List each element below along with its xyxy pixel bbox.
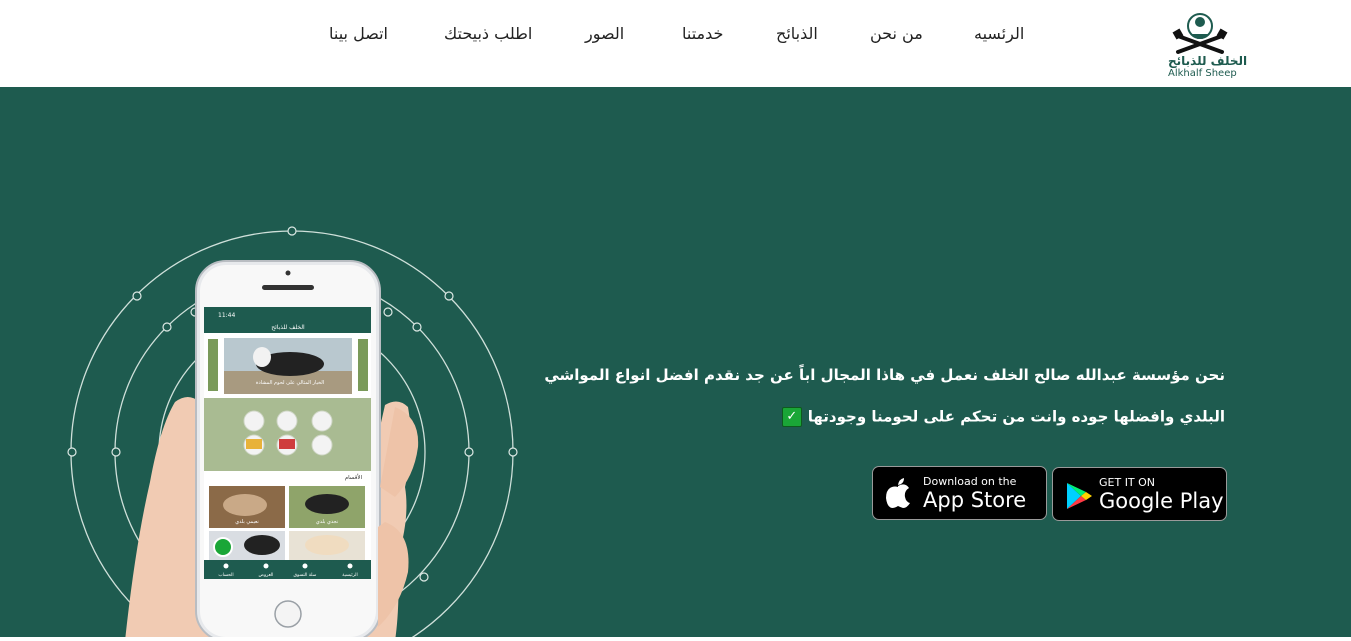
app-store-small-text: Download on the xyxy=(923,475,1017,488)
check-icon: ✓ xyxy=(781,407,802,427)
phone-illustration: 11:44 الخلف للذبائح الخيار المثالي على ل… xyxy=(67,226,518,641)
app-title: الخلف للذبائح xyxy=(271,324,305,331)
hero-section: 11:44 الخلف للذبائح الخيار المثالي على ل… xyxy=(0,87,1351,641)
phone-home-button xyxy=(274,600,302,628)
bottom-nav-home[interactable]: الرئيسية xyxy=(342,573,358,578)
sheep-logo-icon xyxy=(1172,13,1228,54)
nav-contact[interactable]: اتصل بينا xyxy=(329,24,388,43)
site-header: الرئسيه من نحن الذبائح خدمتنا الصور اطلب… xyxy=(0,0,1351,87)
nav-services[interactable]: خدمتنا xyxy=(682,24,723,43)
google-play-icon xyxy=(1067,483,1092,509)
bottom-nav-account[interactable]: الحساب xyxy=(218,573,233,578)
hero-text-line2: البلدي وافضلها جوده وانت من تحكم على لحو… xyxy=(781,407,1225,427)
google-play-small-text: GET IT ON xyxy=(1099,476,1156,489)
status-time: 11:44 xyxy=(218,312,235,319)
bottom-nav-cart[interactable]: سلة التسوق xyxy=(294,573,317,578)
hero-text-line2-content: البلدي وافضلها جوده وانت من تحكم على لحو… xyxy=(807,407,1225,426)
site-logo[interactable]: الخلف للذبائح Alkhalf Sheep xyxy=(1160,8,1247,82)
app-store-button[interactable]: Download on the App Store xyxy=(872,466,1047,520)
nav-sheep[interactable]: الذبائح xyxy=(776,24,818,43)
nav-gallery[interactable]: الصور xyxy=(585,24,624,43)
app-store-big-text: App Store xyxy=(923,488,1027,512)
google-play-big-text: Google Play xyxy=(1099,489,1224,513)
bottom-edge xyxy=(0,637,1351,641)
banner-caption: الخيار المثالي على لحوم المشادة xyxy=(256,380,324,386)
whatsapp-icon[interactable] xyxy=(213,537,233,557)
icons-area xyxy=(204,398,371,471)
hero-text-line1: نحن مؤسسة عبدالله صالح الخلف نعمل في هاذ… xyxy=(544,366,1225,384)
category-label: نعيمي بلدي xyxy=(235,519,259,525)
nav-order[interactable]: اطلب ذبيحتك xyxy=(444,24,532,43)
logo-arabic-text: الخلف للذبائح xyxy=(1168,54,1248,68)
apple-icon xyxy=(886,478,910,508)
bottom-nav-offers[interactable]: العروض xyxy=(259,573,274,578)
category-label: نجدي بلدي xyxy=(316,519,338,525)
nav-home[interactable]: الرئسيه xyxy=(974,24,1024,43)
google-play-button[interactable]: GET IT ON Google Play xyxy=(1052,467,1227,521)
section-title: الأقسام xyxy=(345,473,363,481)
logo-english-text: Alkhalf Sheep xyxy=(1168,68,1237,79)
nav-about[interactable]: من نحن xyxy=(870,24,923,43)
